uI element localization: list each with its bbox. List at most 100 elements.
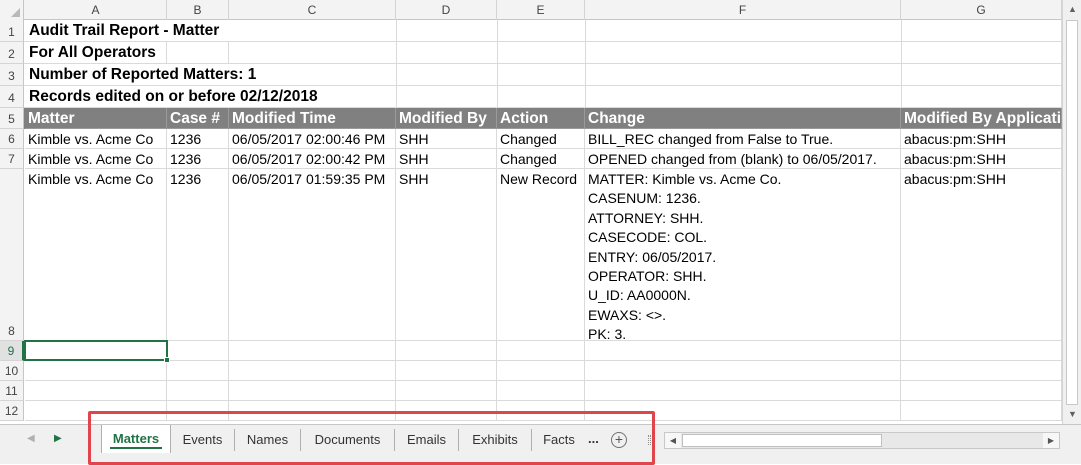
column-header-a[interactable]: A xyxy=(25,0,167,20)
row-number-12[interactable]: 12 xyxy=(0,401,24,421)
row-number-4[interactable]: 4 xyxy=(0,86,24,108)
tab-names[interactable]: Names xyxy=(235,429,301,451)
tab-events[interactable]: Events xyxy=(171,429,235,451)
next-sheet-arrow-icon[interactable]: ▶ xyxy=(54,433,62,444)
header-matter[interactable]: Matter xyxy=(25,108,167,129)
column-header-g[interactable]: G xyxy=(901,0,1062,20)
empty-cell[interactable] xyxy=(229,341,396,361)
vertical-scroll-thumb[interactable] xyxy=(1066,20,1078,405)
scroll-up-arrow-icon[interactable]: ▲ xyxy=(1063,1,1081,18)
active-cell-selection[interactable] xyxy=(24,340,170,363)
cell-modified-by[interactable]: SHH xyxy=(396,149,497,169)
fill-handle[interactable] xyxy=(164,357,170,363)
cell-change[interactable]: BILL_REC changed from False to True. xyxy=(585,129,901,149)
empty-cell[interactable] xyxy=(229,401,396,421)
empty-cell[interactable] xyxy=(25,381,167,401)
empty-cell[interactable] xyxy=(901,361,1062,381)
empty-cell[interactable] xyxy=(585,381,901,401)
column-header-d[interactable]: D xyxy=(396,0,497,20)
cell-modified-by-application[interactable]: abacus:pm:SHH xyxy=(901,129,1062,149)
tab-splitter-handle[interactable] xyxy=(648,435,651,445)
empty-cell[interactable] xyxy=(585,341,901,361)
empty-cell[interactable] xyxy=(167,401,229,421)
row-number-3[interactable]: 3 xyxy=(0,64,24,86)
row-number-8[interactable]: 8 xyxy=(0,169,24,341)
empty-cell[interactable] xyxy=(229,381,396,401)
cell-modified-time[interactable]: 06/05/2017 02:00:46 PM xyxy=(229,129,396,149)
scroll-left-arrow-icon[interactable]: ◀ xyxy=(665,433,681,448)
row-number-9[interactable]: 9 xyxy=(0,341,24,361)
cell-change[interactable]: OPENED changed from (blank) to 06/05/201… xyxy=(585,149,901,169)
vertical-scrollbar[interactable]: ▲ ▼ xyxy=(1062,0,1081,424)
tab-exhibits[interactable]: Exhibits xyxy=(459,429,532,451)
empty-cell[interactable] xyxy=(396,361,497,381)
cell-modified-by-application[interactable]: abacus:pm:SHH xyxy=(901,169,1062,341)
header-modified-by-application[interactable]: Modified By Application xyxy=(901,108,1062,129)
scroll-down-arrow-icon[interactable]: ▼ xyxy=(1063,406,1081,423)
empty-cell[interactable] xyxy=(25,401,167,421)
row-number-7[interactable]: 7 xyxy=(0,149,24,169)
row-number-11[interactable]: 11 xyxy=(0,381,24,401)
cell-case-number[interactable]: 1236 xyxy=(167,169,229,341)
empty-cell[interactable] xyxy=(396,341,497,361)
report-operators[interactable]: For All Operators xyxy=(25,42,160,64)
tab-emails[interactable]: Emails xyxy=(395,429,459,451)
empty-cell[interactable] xyxy=(901,381,1062,401)
horizontal-scroll-thumb[interactable] xyxy=(682,434,882,447)
empty-cell[interactable] xyxy=(396,401,497,421)
row-number-2[interactable]: 2 xyxy=(0,42,24,64)
column-header-c[interactable]: C xyxy=(229,0,396,20)
row-number-10[interactable]: 10 xyxy=(0,361,24,381)
more-sheets-ellipsis[interactable]: ... xyxy=(588,429,599,451)
empty-cell[interactable] xyxy=(25,361,167,381)
cell-modified-time[interactable]: 06/05/2017 01:59:35 PM xyxy=(229,169,396,341)
empty-cell[interactable] xyxy=(497,361,585,381)
report-edited-date[interactable]: Records edited on or before 02/12/2018 xyxy=(25,86,322,108)
row-number-6[interactable]: 6 xyxy=(0,129,24,149)
cell-matter[interactable]: Kimble vs. Acme Co xyxy=(25,149,167,169)
tab-facts[interactable]: Facts xyxy=(532,429,586,451)
add-sheet-plus-icon[interactable]: + xyxy=(611,432,627,448)
cell-change-multiline[interactable]: MATTER: Kimble vs. Acme Co. CASENUM: 123… xyxy=(585,169,901,342)
empty-cell[interactable] xyxy=(229,361,396,381)
empty-cell[interactable] xyxy=(497,341,585,361)
empty-cell[interactable] xyxy=(396,381,497,401)
cell-case-number[interactable]: 1236 xyxy=(167,149,229,169)
column-header-e[interactable]: E xyxy=(497,0,585,20)
previous-sheet-arrow-icon[interactable]: ◀ xyxy=(27,433,35,444)
cell-action[interactable]: Changed xyxy=(497,129,585,149)
column-header-b[interactable]: B xyxy=(167,0,229,20)
report-title[interactable]: Audit Trail Report - Matter xyxy=(25,20,223,42)
cell-action[interactable]: Changed xyxy=(497,149,585,169)
horizontal-scrollbar[interactable]: ◀ ▶ xyxy=(664,432,1060,449)
cell-modified-by-application[interactable]: abacus:pm:SHH xyxy=(901,149,1062,169)
cell-matter[interactable]: Kimble vs. Acme Co xyxy=(25,129,167,149)
cell-case-number[interactable]: 1236 xyxy=(167,129,229,149)
header-change[interactable]: Change xyxy=(585,108,901,129)
cell-modified-by[interactable]: SHH xyxy=(396,129,497,149)
header-case-number[interactable]: Case # xyxy=(167,108,229,129)
empty-cell[interactable] xyxy=(585,361,901,381)
cell-matter[interactable]: Kimble vs. Acme Co xyxy=(25,169,167,341)
empty-cell[interactable] xyxy=(167,341,229,361)
tab-matters[interactable]: Matters xyxy=(101,425,171,453)
report-matter-count[interactable]: Number of Reported Matters: 1 xyxy=(25,64,260,86)
header-action[interactable]: Action xyxy=(497,108,585,129)
empty-cell[interactable] xyxy=(167,381,229,401)
row-number-5[interactable]: 5 xyxy=(0,108,24,129)
scroll-right-arrow-icon[interactable]: ▶ xyxy=(1043,433,1059,448)
cell-modified-time[interactable]: 06/05/2017 02:00:42 PM xyxy=(229,149,396,169)
spreadsheet-grid[interactable]: A B C D E F G 1 Audit Trail Report - Mat… xyxy=(0,0,1062,424)
header-modified-time[interactable]: Modified Time xyxy=(229,108,396,129)
tab-documents[interactable]: Documents xyxy=(301,429,395,451)
header-modified-by[interactable]: Modified By xyxy=(396,108,497,129)
empty-cell[interactable] xyxy=(497,401,585,421)
empty-cell[interactable] xyxy=(497,381,585,401)
empty-cell[interactable] xyxy=(585,401,901,421)
empty-cell[interactable] xyxy=(901,401,1062,421)
row-number-1[interactable]: 1 xyxy=(0,20,24,42)
cell-modified-by[interactable]: SHH xyxy=(396,169,497,341)
select-all-corner[interactable] xyxy=(0,0,24,20)
empty-cell[interactable] xyxy=(167,361,229,381)
empty-cell[interactable] xyxy=(901,341,1062,361)
